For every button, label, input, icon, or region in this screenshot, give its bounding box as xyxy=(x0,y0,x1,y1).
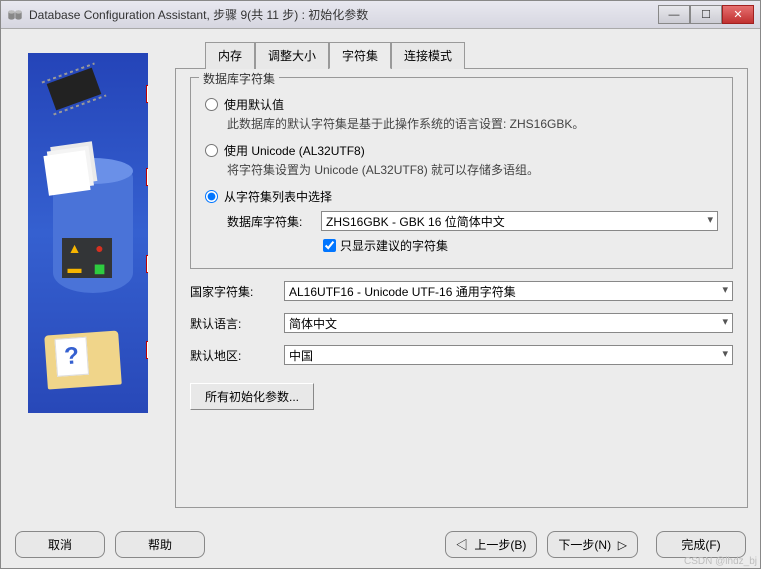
window-controls: — ☐ ✕ xyxy=(658,5,754,24)
cancel-button[interactable]: 取消 xyxy=(15,531,105,558)
back-button[interactable]: ◁ 上一步(B) xyxy=(445,531,538,558)
finish-button[interactable]: 完成(F) xyxy=(656,531,746,558)
tabs: 内存 调整大小 字符集 连接模式 xyxy=(205,41,748,68)
documents-icon xyxy=(43,150,90,195)
watermark: CSDN @lhdz_bj xyxy=(684,556,757,567)
wizard-sidebar: ▲● ▬◼ xyxy=(13,41,163,508)
db-charset-label: 数据库字符集: xyxy=(227,213,311,230)
option-from-list-label: 从字符集列表中选择 xyxy=(224,188,332,205)
default-region-label: 默认地区: xyxy=(190,347,274,364)
main-panel: 内存 调整大小 字符集 连接模式 数据库字符集 使用默认值 此数据库的默认字符集… xyxy=(175,41,748,508)
titlebar: Database Configuration Assistant, 步骤 9(共… xyxy=(1,1,760,29)
tab-sizing[interactable]: 调整大小 xyxy=(255,42,329,69)
step-check-icon xyxy=(146,255,148,273)
radio-default[interactable] xyxy=(205,98,218,111)
next-button[interactable]: 下一步(N) ▷ xyxy=(547,531,638,558)
close-button[interactable]: ✕ xyxy=(722,5,754,24)
group-legend: 数据库字符集 xyxy=(199,70,279,87)
default-lang-label: 默认语言: xyxy=(190,315,274,332)
tab-panel-charset: 数据库字符集 使用默认值 此数据库的默认字符集是基于此操作系统的语言设置: ZH… xyxy=(175,68,748,508)
national-charset-row: 国家字符集: AL16UTF16 - Unicode UTF-16 通用字符集 xyxy=(190,281,733,301)
default-lang-combo[interactable]: 简体中文 xyxy=(284,313,733,333)
option-default[interactable]: 使用默认值 xyxy=(205,96,718,113)
db-charset-group: 数据库字符集 使用默认值 此数据库的默认字符集是基于此操作系统的语言设置: ZH… xyxy=(190,77,733,269)
option-unicode[interactable]: 使用 Unicode (AL32UTF8) xyxy=(205,142,718,159)
radio-unicode[interactable] xyxy=(205,144,218,157)
maximize-button[interactable]: ☐ xyxy=(690,5,722,24)
shapes-icon: ▲● ▬◼ xyxy=(62,238,112,278)
window-title: Database Configuration Assistant, 步骤 9(共… xyxy=(29,6,658,23)
db-charset-row: 数据库字符集: ZHS16GBK - GBK 16 位简体中文 xyxy=(227,211,718,231)
step-check-icon xyxy=(146,85,148,103)
all-params-row: 所有初始化参数... xyxy=(190,383,733,410)
show-recommended-checkbox[interactable]: 只显示建议的字符集 xyxy=(323,237,448,254)
tab-charset[interactable]: 字符集 xyxy=(329,42,391,69)
step-check-icon xyxy=(146,168,148,186)
default-lang-row: 默认语言: 简体中文 xyxy=(190,313,733,333)
tab-memory[interactable]: 内存 xyxy=(205,42,255,69)
option-unicode-label: 使用 Unicode (AL32UTF8) xyxy=(224,142,365,159)
minimize-button[interactable]: — xyxy=(658,5,690,24)
help-folder-icon xyxy=(44,330,122,389)
db-charset-combo[interactable]: ZHS16GBK - GBK 16 位简体中文 xyxy=(321,211,718,231)
option-default-desc: 此数据库的默认字符集是基于此操作系统的语言设置: ZHS16GBK。 xyxy=(227,115,718,134)
step-check-icon xyxy=(146,341,148,359)
option-default-label: 使用默认值 xyxy=(224,96,284,113)
tab-connection-mode[interactable]: 连接模式 xyxy=(391,42,465,69)
app-icon xyxy=(7,7,23,23)
dbca-window: Database Configuration Assistant, 步骤 9(共… xyxy=(0,0,761,569)
wizard-graphic: ▲● ▬◼ xyxy=(28,53,148,413)
help-button[interactable]: 帮助 xyxy=(115,531,205,558)
national-charset-combo[interactable]: AL16UTF16 - Unicode UTF-16 通用字符集 xyxy=(284,281,733,301)
option-unicode-desc: 将字符集设置为 Unicode (AL32UTF8) 就可以存储多语组。 xyxy=(227,161,718,180)
body: ▲● ▬◼ 内存 调整大小 字符集 连接模式 数据库字符集 xyxy=(1,29,760,520)
chip-icon xyxy=(47,68,102,111)
wizard-footer: 取消 帮助 ◁ 上一步(B) 下一步(N) ▷ 完成(F) xyxy=(1,520,760,568)
default-region-row: 默认地区: 中国 xyxy=(190,345,733,365)
national-charset-label: 国家字符集: xyxy=(190,283,274,300)
radio-from-list[interactable] xyxy=(205,190,218,203)
option-from-list[interactable]: 从字符集列表中选择 xyxy=(205,188,718,205)
all-init-params-button[interactable]: 所有初始化参数... xyxy=(190,383,314,410)
checkbox-show-recommended[interactable] xyxy=(323,239,336,252)
show-recommended-row: 只显示建议的字符集 xyxy=(323,237,718,254)
default-region-combo[interactable]: 中国 xyxy=(284,345,733,365)
